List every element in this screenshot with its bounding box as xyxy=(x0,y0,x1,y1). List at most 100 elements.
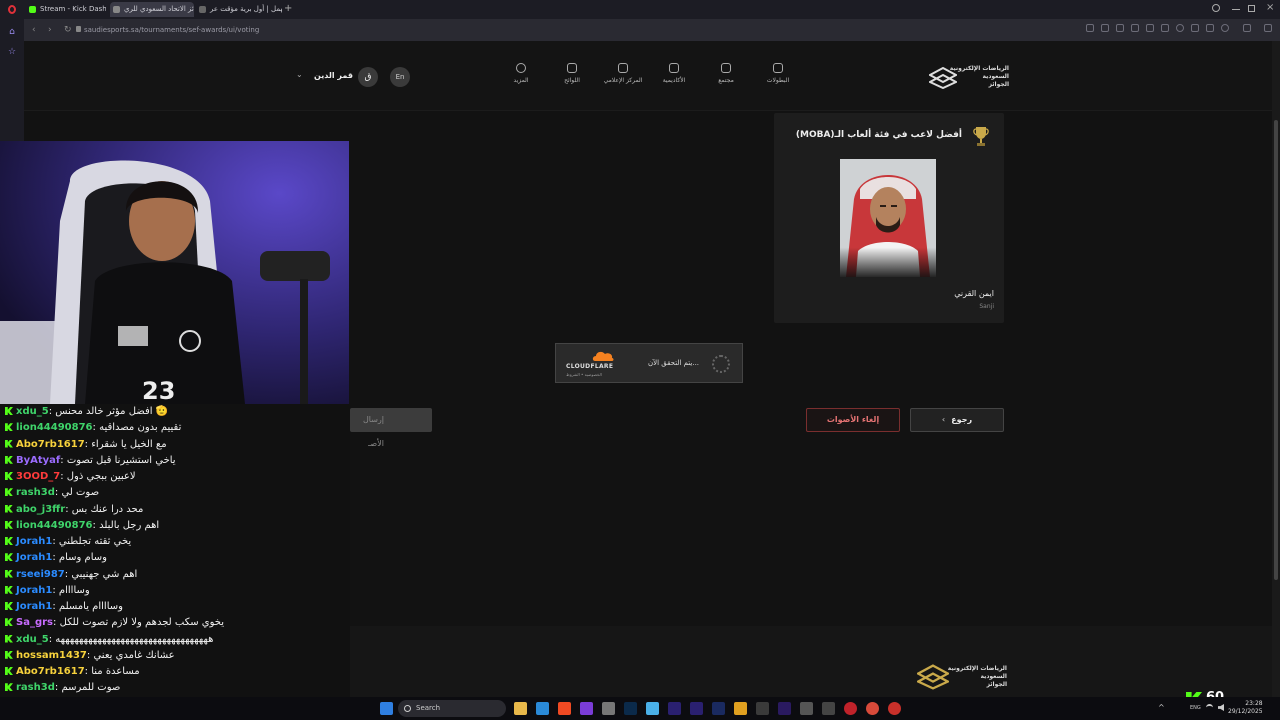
download-icon[interactable] xyxy=(1191,24,1199,32)
chat-text: وساااام يامسلم xyxy=(58,601,123,612)
premiere-icon[interactable] xyxy=(778,702,791,715)
chat-text: وسام وسام xyxy=(58,552,107,564)
chat-username[interactable]: Jorah1 xyxy=(16,536,52,547)
app-icon[interactable] xyxy=(734,702,747,715)
maximize-icon[interactable] xyxy=(1248,5,1255,12)
back-arrow-icon[interactable]: ‹ xyxy=(32,24,36,36)
app-icon[interactable] xyxy=(888,702,901,715)
brave-icon[interactable] xyxy=(558,702,571,715)
app-icon[interactable] xyxy=(646,702,659,715)
extension-icon[interactable] xyxy=(1116,24,1124,32)
extension-icon[interactable] xyxy=(1086,24,1094,32)
player-handle: Sanji xyxy=(979,303,994,310)
extension-icon[interactable] xyxy=(1131,24,1139,32)
nominee-card[interactable]: أفضل لاعب في فئة ألعاب الـ(MOBA) ايمن ال… xyxy=(774,113,1004,323)
chat-username[interactable]: Abo7rb1617 xyxy=(16,666,85,677)
app-icon[interactable] xyxy=(866,702,879,715)
media-encoder-icon[interactable] xyxy=(712,702,725,715)
kick-badge-icon xyxy=(5,407,13,415)
vscode-icon[interactable] xyxy=(536,702,549,715)
after-effects-icon[interactable] xyxy=(690,702,703,715)
language-toggle[interactable]: En xyxy=(390,67,410,87)
scrollbar-thumb[interactable] xyxy=(1274,120,1278,580)
opera-icon[interactable] xyxy=(844,702,857,715)
chat-username[interactable]: Jorah1 xyxy=(16,552,52,563)
opera-logo-icon[interactable] xyxy=(8,5,16,14)
extension-icon[interactable] xyxy=(1264,24,1272,32)
new-tab-button[interactable]: + xyxy=(284,3,292,14)
url-field[interactable]: saudiesports.sa/tournaments/sef-awards/u… xyxy=(84,24,259,36)
chat-username[interactable]: rash3d xyxy=(16,487,55,498)
chat-username[interactable]: abo_j3ffr xyxy=(16,504,65,515)
avatar[interactable]: ق xyxy=(358,67,378,87)
chat-username[interactable]: Jorah1 xyxy=(16,601,52,612)
chat-username[interactable]: Abo7rb1617 xyxy=(16,439,85,450)
cloudflare-challenge[interactable]: CLOUDFLARE الخصوصية • الشروط يتم التحقق … xyxy=(555,343,743,383)
nav-media-center[interactable]: المركز الإعلامي xyxy=(593,63,653,84)
wifi-icon[interactable] xyxy=(1206,704,1213,711)
heart-icon[interactable] xyxy=(1176,24,1184,32)
menu-icon[interactable] xyxy=(1243,24,1251,32)
chat-username[interactable]: lion44490876 xyxy=(16,422,93,433)
app-icon[interactable] xyxy=(756,702,769,715)
volume-icon[interactable] xyxy=(1218,704,1224,711)
browser-tab-active[interactable]: جوائز الاتحاد السعودي للري... xyxy=(110,2,194,17)
browser-tab[interactable]: Stream - Kick Dashboard xyxy=(26,2,106,17)
file-explorer-icon[interactable] xyxy=(514,702,527,715)
visual-studio-icon[interactable] xyxy=(580,702,593,715)
windows-start-icon[interactable] xyxy=(380,702,393,715)
chat-username[interactable]: ByAtyaf xyxy=(16,455,60,466)
category-title: أفضل لاعب في فئة ألعاب الـ(MOBA) xyxy=(795,130,962,140)
chat-username[interactable]: hossam1437 xyxy=(16,650,87,661)
cloudflare-links[interactable]: الخصوصية • الشروط xyxy=(566,372,602,377)
nav-community[interactable]: مجتمع xyxy=(696,63,756,84)
send-votes-button[interactable]: إرسال الأصـ xyxy=(350,408,432,448)
chevron-down-icon[interactable]: ⌄ xyxy=(296,70,303,79)
cancel-votes-button[interactable]: إلغاء الأصوات xyxy=(806,408,900,432)
taskbar-search[interactable]: Search xyxy=(398,700,506,717)
back-button[interactable]: ‹ رجوع xyxy=(910,408,1004,432)
home-icon[interactable]: ⌂ xyxy=(7,27,17,37)
site-logo[interactable]: الرياضات الإلكترونية السعودية الجوائز xyxy=(929,65,1009,91)
chat-text: اهم رجل بالبلد xyxy=(99,519,160,531)
photoshop-icon[interactable] xyxy=(624,702,637,715)
app-icon[interactable] xyxy=(822,702,835,715)
close-icon[interactable]: × xyxy=(1266,2,1274,13)
after-effects-icon[interactable] xyxy=(668,702,681,715)
chat-username[interactable]: xdu_5 xyxy=(16,406,49,417)
chat-username[interactable]: Jorah1 xyxy=(16,585,52,596)
username[interactable]: قمر الدين xyxy=(314,71,353,80)
nav-more[interactable]: المزيد xyxy=(491,63,551,84)
nav-label: البطولات xyxy=(766,77,790,84)
account-icon[interactable] xyxy=(1221,24,1229,32)
chat-username[interactable]: rseei987 xyxy=(16,569,65,580)
nav-academy[interactable]: الأكاديمية xyxy=(644,63,704,84)
logo-text: الرياضات الإلكترونية xyxy=(949,65,1009,72)
search-tabs-icon[interactable] xyxy=(1212,4,1220,12)
chat-username[interactable]: xdu_5 xyxy=(16,634,49,645)
star-icon[interactable]: ☆ xyxy=(7,47,17,57)
taskbar-clock[interactable]: 23:28 29/12/2025 xyxy=(1228,700,1263,716)
chat-message: ByAtyaf: ياخي استشيرنا قبل تصوت xyxy=(0,453,350,469)
app-icon[interactable] xyxy=(800,702,813,715)
nav-rules[interactable]: اللوائح xyxy=(542,63,602,84)
chat-username[interactable]: lion44490876 xyxy=(16,520,93,531)
tray-chevron-icon[interactable]: ^ xyxy=(1158,703,1165,712)
keyboard-language[interactable]: ENG xyxy=(1190,705,1201,711)
extension-icon[interactable] xyxy=(1146,24,1154,32)
clock-time: 23:28 xyxy=(1245,700,1263,707)
extension-icon[interactable] xyxy=(1101,24,1109,32)
kick-badge-icon xyxy=(5,585,13,594)
reload-icon[interactable]: ↻ xyxy=(64,24,72,36)
chat-username[interactable]: rash3d xyxy=(16,682,55,693)
footer-logo[interactable]: الرياضات الإلكترونية السعودية الجوائز xyxy=(917,664,1007,694)
forward-arrow-icon[interactable]: › xyxy=(48,24,52,36)
chat-username[interactable]: Sa_grs xyxy=(16,617,53,628)
app-icon[interactable] xyxy=(602,702,615,715)
chat-username[interactable]: 3OOD_7 xyxy=(16,471,60,482)
extension-icon[interactable] xyxy=(1161,24,1169,32)
browser-tab[interactable]: مهمل | أول برية مؤقت عر... xyxy=(196,2,282,17)
minimize-icon[interactable] xyxy=(1232,9,1240,10)
extension-icon[interactable] xyxy=(1206,24,1214,32)
nav-tournaments[interactable]: البطولات xyxy=(748,63,808,84)
